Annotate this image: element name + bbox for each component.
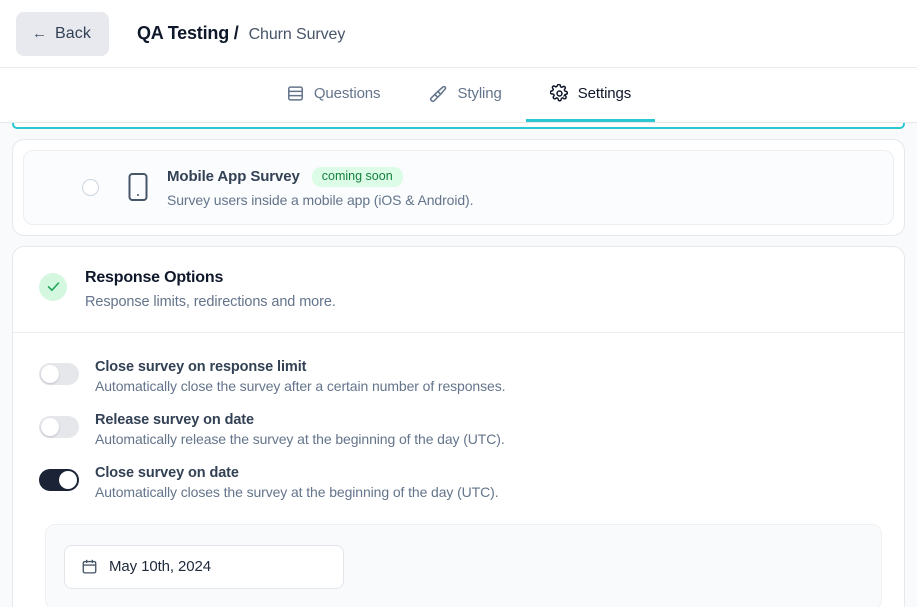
tab-questions[interactable]: Questions [262, 68, 405, 122]
setting-title: Release survey on date [95, 411, 254, 428]
setting-description: Automatically release the survey at the … [95, 430, 505, 447]
toggle-knob [41, 364, 59, 383]
back-arrow-icon: ← [32, 25, 47, 42]
setting-text: Close survey on date Automatically close… [95, 465, 499, 500]
tab-settings-label: Settings [577, 85, 632, 102]
gear-icon [549, 83, 569, 103]
back-button-label: Back [55, 24, 91, 42]
mobile-phone-icon [125, 172, 151, 202]
calendar-icon [81, 558, 98, 575]
response-options-title: Response Options [85, 268, 224, 286]
survey-type-option-mobile-app[interactable]: Mobile App Survey coming soon Survey use… [23, 150, 894, 225]
check-circle-icon [39, 272, 67, 301]
breadcrumb-project[interactable]: QA Testing / [137, 23, 239, 44]
setting-close-survey-on-date: Close survey on date Automatically close… [13, 459, 904, 512]
tab-styling[interactable]: Styling [404, 68, 525, 122]
response-options-card: Response Options Response limits, redire… [12, 245, 905, 607]
close-survey-date-value: May 10th, 2024 [109, 558, 212, 575]
breadcrumb-survey: Churn Survey [248, 26, 346, 43]
setting-title: Close survey on date [95, 464, 239, 481]
close-survey-date-panel: May 10th, 2024 [45, 523, 882, 607]
response-options-body: Close survey on response limit Automatic… [13, 333, 904, 607]
setting-text: Release survey on date Automatically rel… [95, 412, 505, 447]
breadcrumb: QA Testing / Churn Survey [137, 23, 345, 44]
toggle-knob [59, 470, 77, 489]
survey-type-card: Mobile App Survey coming soon Survey use… [12, 139, 905, 236]
survey-type-title: Mobile App Survey [167, 168, 300, 186]
survey-type-description: Survey users inside a mobile app (iOS & … [167, 191, 474, 208]
close-survey-date-input[interactable]: May 10th, 2024 [64, 544, 344, 589]
coming-soon-badge: coming soon [311, 167, 403, 187]
response-options-header[interactable]: Response Options Response limits, redire… [13, 247, 904, 333]
survey-type-option-text: Mobile App Survey coming soon Survey use… [167, 167, 473, 208]
back-button[interactable]: ← Back [16, 11, 109, 56]
toggle-close-survey-on-response-limit[interactable] [39, 362, 79, 385]
toggle-knob [41, 417, 59, 436]
tab-styling-label: Styling [457, 85, 502, 102]
response-options-header-text: Response Options Response limits, redire… [85, 269, 336, 310]
paintbrush-icon [428, 84, 448, 104]
rows-icon [286, 84, 305, 103]
settings-scroll-area[interactable]: Mobile App Survey coming soon Survey use… [0, 123, 917, 607]
setting-description: Automatically close the survey after a c… [95, 377, 506, 394]
toggle-close-survey-on-date[interactable] [39, 468, 79, 491]
tab-settings[interactable]: Settings [525, 68, 656, 122]
toggle-release-survey-on-date[interactable] [39, 415, 79, 438]
setting-text: Close survey on response limit Automatic… [95, 359, 505, 394]
setting-description: Automatically closes the survey at the b… [95, 483, 499, 500]
selected-survey-type-card-clipped[interactable] [12, 123, 905, 129]
tab-questions-label: Questions [313, 85, 381, 102]
radio-mobile-app-survey[interactable] [82, 178, 99, 196]
app-header: ← Back QA Testing / Churn Survey [0, 0, 917, 68]
survey-type-title-line: Mobile App Survey coming soon [167, 167, 473, 187]
setting-title: Close survey on response limit [95, 358, 307, 375]
tab-bar: Questions Styling Settings [0, 68, 917, 123]
response-options-description: Response limits, redirections and more. [85, 293, 336, 310]
setting-release-survey-on-date: Release survey on date Automatically rel… [13, 406, 904, 459]
setting-close-survey-on-response-limit: Close survey on response limit Automatic… [13, 353, 904, 406]
